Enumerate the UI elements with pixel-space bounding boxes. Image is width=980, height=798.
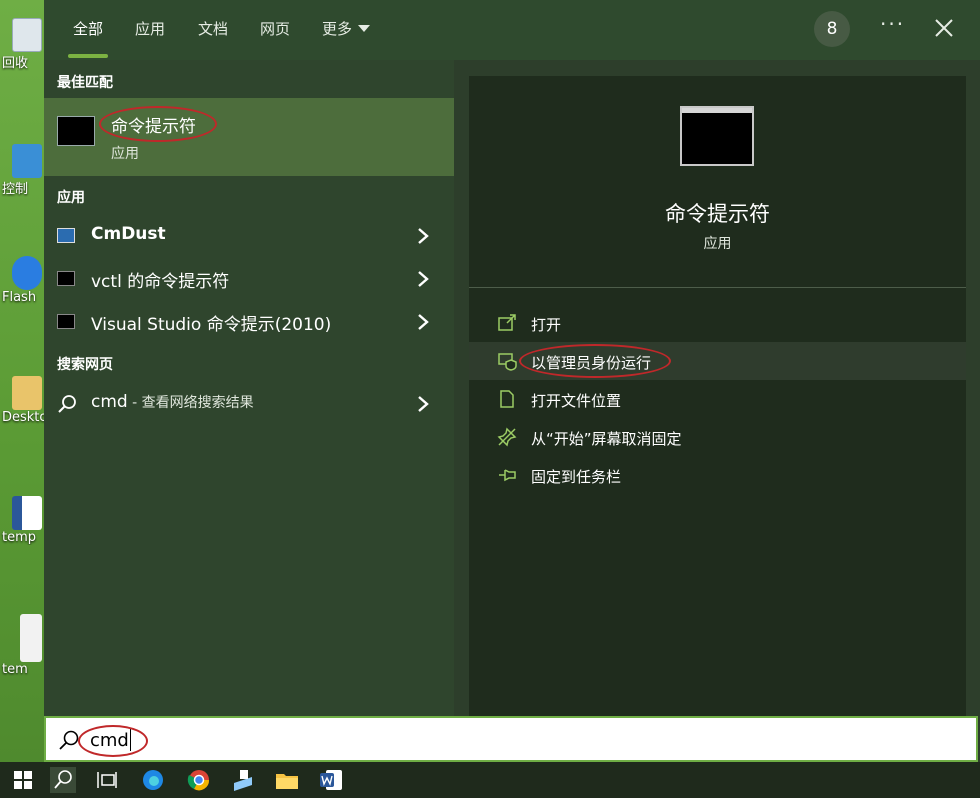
file-location-icon [500,390,514,408]
unpin-icon [497,427,517,447]
task-view-icon[interactable] [94,767,120,793]
chrome-browser-icon[interactable] [186,767,212,793]
action-pin-taskbar[interactable]: 固定到任务栏 [469,456,966,494]
app-item-label: Visual Studio 命令提示(2010) [91,315,332,335]
control-panel-icon [12,144,42,178]
recycle-bin-icon [12,18,42,52]
preview-divider [469,287,966,288]
web-search-label: cmd - 查看网络搜索结果 [91,392,254,412]
cmd-app-large-icon [680,106,754,166]
cmdust-app-icon [57,228,75,243]
action-label: 从“开始”屏幕取消固定 [531,430,682,448]
close-icon[interactable] [932,16,956,40]
word-taskbar-icon[interactable] [318,767,344,793]
web-search-heading: 搜索网页 [57,357,113,373]
app-item-vctl[interactable]: vctl 的命令提示符 [44,259,454,299]
preview-subtitle: 应用 [703,236,732,252]
web-search-item[interactable]: cmd - 查看网络搜索结果 [44,384,454,424]
rewards-badge[interactable]: 8 [814,11,850,47]
best-match-heading: 最佳匹配 [57,75,113,91]
preview-pane: 命令提示符 应用 打开 以管理员身份运行 打开文件位置 从“开始”屏幕取消固定 … [469,76,966,716]
tab-more[interactable]: 更多 [322,18,371,39]
best-match-subtitle: 应用 [111,146,139,162]
highlight-circle [519,344,671,378]
desktop-icon-flash[interactable]: Flash [0,256,44,305]
action-open[interactable]: 打开 [469,304,966,342]
highlight-circle [99,106,217,142]
search-tabs-bar: 全部 应用 文档 网页 更多 8 ··· [44,0,980,60]
highlight-circle [78,725,148,757]
desktop-icon-control-panel[interactable]: 控制 [0,144,44,197]
file-explorer-icon[interactable] [274,767,300,793]
apps-heading: 应用 [57,190,85,206]
web-search-query: cmd [91,392,128,412]
taskbar [0,762,980,798]
cmd-app-icon [57,116,95,146]
edge-browser-icon[interactable] [140,767,166,793]
tab-web[interactable]: 网页 [260,18,290,39]
app-item-visual-studio[interactable]: Visual Studio 命令提示(2010) [44,302,454,342]
tab-more-label: 更多 [322,20,353,38]
open-icon [498,314,516,331]
app-item-label: CmDust [91,224,166,244]
cmd-app-icon [57,271,75,286]
results-list: 最佳匹配 命令提示符 应用 应用 CmDust vctl 的命令提示符 Visu… [44,60,454,716]
action-unpin-start[interactable]: 从“开始”屏幕取消固定 [469,418,966,456]
tab-apps[interactable]: 应用 [135,18,165,39]
desktop-background: 回收 控制 Flash Deskto temp tem [0,0,44,762]
action-label: 打开 [531,316,562,334]
chevron-right-icon [418,271,429,287]
flash-icon [12,256,42,290]
desktop-icon-recycle-bin[interactable]: 回收 [0,18,44,71]
action-label: 打开文件位置 [531,392,622,410]
app-installer-icon[interactable] [230,767,256,793]
search-box[interactable] [44,716,978,762]
action-open-file-location[interactable]: 打开文件位置 [469,380,966,418]
tab-documents[interactable]: 文档 [198,18,228,39]
shield-icon [498,353,517,371]
web-search-hint: - 查看网络搜索结果 [127,395,254,411]
desktop-icon-temp-file[interactable]: tem [0,614,44,677]
desktop-icon-temp-word[interactable]: temp [0,496,44,545]
search-panel: 全部 应用 文档 网页 更多 8 ··· 最佳匹配 命令提示符 应用 应用 Cm… [44,0,980,762]
app-item-label: vctl 的命令提示符 [91,272,230,292]
app-item-label-text: CmDust [91,224,166,244]
folder-icon [12,376,42,410]
more-options-button[interactable]: ··· [880,12,905,36]
best-match-item[interactable]: 命令提示符 应用 [44,98,454,176]
chevron-right-icon [418,396,429,412]
windows-start-icon[interactable] [10,767,36,793]
action-run-as-admin[interactable]: 以管理员身份运行 [469,342,966,380]
desktop-icon-desktop[interactable]: Deskto [0,376,44,425]
action-label: 固定到任务栏 [531,468,622,486]
caret-down-icon [358,25,371,32]
file-icon [20,614,42,662]
search-icon [59,730,79,750]
word-icon [12,496,42,530]
taskbar-search-icon[interactable] [50,767,76,793]
chevron-right-icon [418,228,429,244]
app-item-cmdust[interactable]: CmDust [44,216,454,256]
cmd-app-icon [57,314,75,329]
preview-title: 命令提示符 [665,202,770,226]
chevron-right-icon [418,314,429,330]
search-icon [58,395,76,413]
pin-icon [499,469,516,482]
active-tab-indicator [68,54,108,58]
tab-all[interactable]: 全部 [73,18,103,39]
